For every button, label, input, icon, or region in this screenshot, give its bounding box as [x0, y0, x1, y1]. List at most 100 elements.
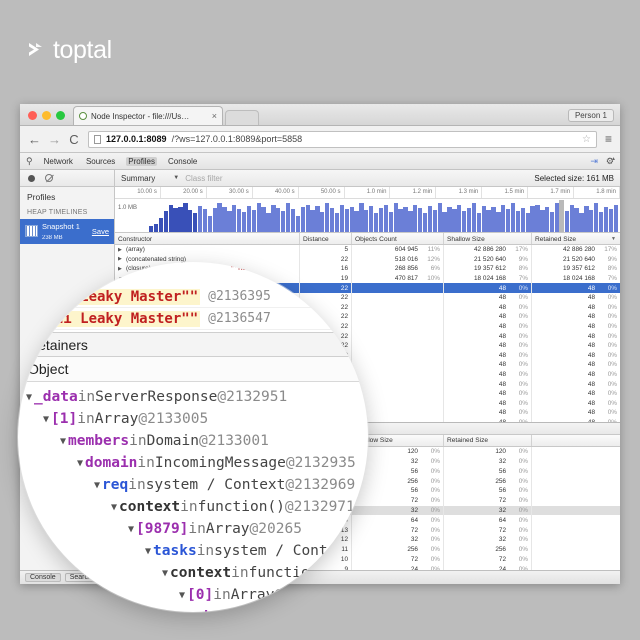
timeline-bar[interactable] [202, 208, 208, 232]
retainer-tree-node[interactable]: ▼ _data in ServerResponse @2132951 [18, 386, 368, 408]
timeline-bar[interactable] [501, 204, 506, 232]
timeline-bar[interactable] [452, 208, 457, 232]
timeline-bar[interactable] [344, 208, 349, 232]
retainer-tree-node[interactable]: ▼ members in Domain @2133001 [18, 430, 368, 452]
timeline-bar[interactable] [540, 210, 545, 232]
timeline-bar[interactable] [178, 206, 183, 232]
timeline-bar[interactable] [598, 212, 604, 232]
timeline-bar[interactable] [408, 211, 413, 232]
retainer-tree-node[interactable]: ▼ req in system / Context @2132969 [18, 474, 368, 496]
timeline-selection-handle[interactable] [559, 200, 564, 232]
close-tab-icon[interactable]: × [212, 111, 217, 121]
timeline-bar[interactable] [197, 205, 203, 232]
timeline-bar[interactable] [589, 210, 594, 232]
timeline-bar[interactable] [290, 208, 296, 232]
table-row[interactable]: ▶ (array) 5 604 945 11% 42 886 280 17% 42 886 2… [115, 245, 620, 255]
clear-icon[interactable] [45, 174, 53, 182]
new-tab-button[interactable] [225, 110, 259, 125]
disclosure-triangle-icon[interactable]: ▼ [196, 612, 202, 613]
column-objects-count[interactable]: Objects Count [352, 233, 444, 244]
timeline-bar[interactable] [227, 211, 232, 232]
timeline-bar[interactable] [471, 203, 477, 232]
timeline-bars[interactable] [149, 200, 620, 232]
tab-profiles[interactable]: Profiles [126, 156, 157, 166]
timeline-bar[interactable] [427, 205, 433, 232]
timeline-bar[interactable] [153, 224, 159, 232]
timeline-bar[interactable] [364, 210, 369, 232]
timeline-bar[interactable] [535, 204, 540, 232]
timeline-bar[interactable] [413, 204, 418, 232]
timeline-bar[interactable] [608, 208, 614, 232]
column-shallow-size[interactable]: Shallow Size [444, 233, 532, 244]
timeline-bar[interactable] [193, 213, 198, 232]
timeline-bar[interactable] [237, 208, 242, 232]
timeline-bar[interactable] [329, 207, 335, 232]
timeline-bar[interactable] [457, 204, 462, 232]
close-window-button[interactable] [28, 111, 37, 120]
timeline-bar[interactable] [584, 205, 589, 232]
disclosure-triangle-icon[interactable]: ▼ [145, 546, 151, 557]
timeline-bar[interactable] [442, 212, 447, 232]
timeline-bar[interactable] [285, 203, 291, 232]
retainer-tree-node[interactable]: ▼ context in function() @2132971 [18, 496, 368, 518]
timeline-bar[interactable] [325, 203, 330, 232]
timeline-bar[interactable] [251, 210, 256, 232]
magnifier-string-row[interactable]: ""Hi Leaky Master"" @2136395 [18, 286, 368, 308]
timeline-bar[interactable] [510, 203, 516, 232]
timeline-bar[interactable] [462, 211, 467, 232]
timeline-bar[interactable] [398, 208, 403, 232]
timeline-bar[interactable] [447, 206, 452, 232]
timeline-bar[interactable] [594, 203, 599, 232]
timeline-bar[interactable] [579, 213, 584, 232]
timeline-bar[interactable] [256, 203, 261, 232]
timeline-bar[interactable] [315, 205, 320, 232]
timeline-bar[interactable] [246, 205, 252, 232]
search-icon[interactable]: ⚲ [26, 156, 33, 167]
record-icon[interactable] [28, 174, 35, 182]
timeline-bar[interactable] [437, 203, 442, 232]
timeline-bar[interactable] [212, 207, 217, 232]
timeline-bar[interactable] [349, 206, 354, 232]
timeline-bar[interactable] [305, 204, 310, 232]
tab-network[interactable]: Network [42, 157, 75, 166]
timeline-bar[interactable] [339, 204, 345, 232]
zoom-window-button[interactable] [56, 111, 65, 120]
timeline-bar[interactable] [266, 213, 271, 232]
disclosure-triangle-icon[interactable]: ▼ [128, 524, 134, 535]
timeline-bar[interactable] [520, 207, 525, 232]
timeline-bar[interactable] [232, 204, 237, 232]
dock-icon[interactable]: ⇥ [590, 156, 598, 167]
address-bar[interactable]: 127.0.0.1:8089 /?ws=127.0.0.1:8089&port=… [88, 130, 597, 148]
reload-icon[interactable]: C [68, 132, 80, 147]
column-retained-size[interactable]: Retained Size ▼ [532, 233, 620, 244]
timeline-bar[interactable] [354, 211, 359, 232]
timeline-bar[interactable] [466, 207, 472, 232]
disclosure-triangle-icon[interactable]: ▼ [94, 480, 100, 491]
retainer-tree-node[interactable]: ▼ [9879] in Array @20265 [18, 518, 368, 540]
timeline-bar[interactable] [359, 203, 364, 232]
timeline-bar[interactable] [334, 213, 340, 232]
timeline-bar[interactable] [515, 211, 521, 232]
disclosure-triangle-icon[interactable]: ▼ [162, 568, 168, 579]
timeline-bar[interactable] [530, 205, 535, 232]
disclosure-triangle-icon[interactable]: ▼ [60, 436, 66, 447]
timeline-bar[interactable] [603, 206, 609, 232]
window-controls[interactable] [20, 111, 73, 125]
timeline-bar[interactable] [271, 204, 276, 232]
tab-console[interactable]: Console [166, 157, 199, 166]
browser-menu-icon[interactable]: ≡ [605, 132, 612, 146]
magnified-retainers-tree[interactable]: ▼ _data in ServerResponse @2132951 ▼ [1] in… [18, 382, 368, 612]
back-icon[interactable]: ← [28, 132, 41, 147]
timeline-bar[interactable] [281, 211, 286, 232]
column-constructor[interactable]: Constructor [115, 233, 300, 244]
timeline-bar[interactable] [207, 215, 212, 232]
magnifier-string-row[interactable]: ""Hi Leaky Master"" @2136547 [18, 308, 368, 330]
timeline-bar[interactable] [378, 207, 384, 232]
retainer-tree-node[interactable]: ▼ [1] in Array @2133005 [18, 408, 368, 430]
timeline-bar[interactable] [432, 210, 437, 232]
timeline-bar[interactable] [388, 212, 393, 232]
column-distance[interactable]: Distance [300, 233, 352, 244]
timeline-bar[interactable] [168, 204, 173, 232]
view-mode-select[interactable]: Summary ▼ [121, 174, 179, 183]
timeline-bar[interactable] [481, 205, 486, 232]
